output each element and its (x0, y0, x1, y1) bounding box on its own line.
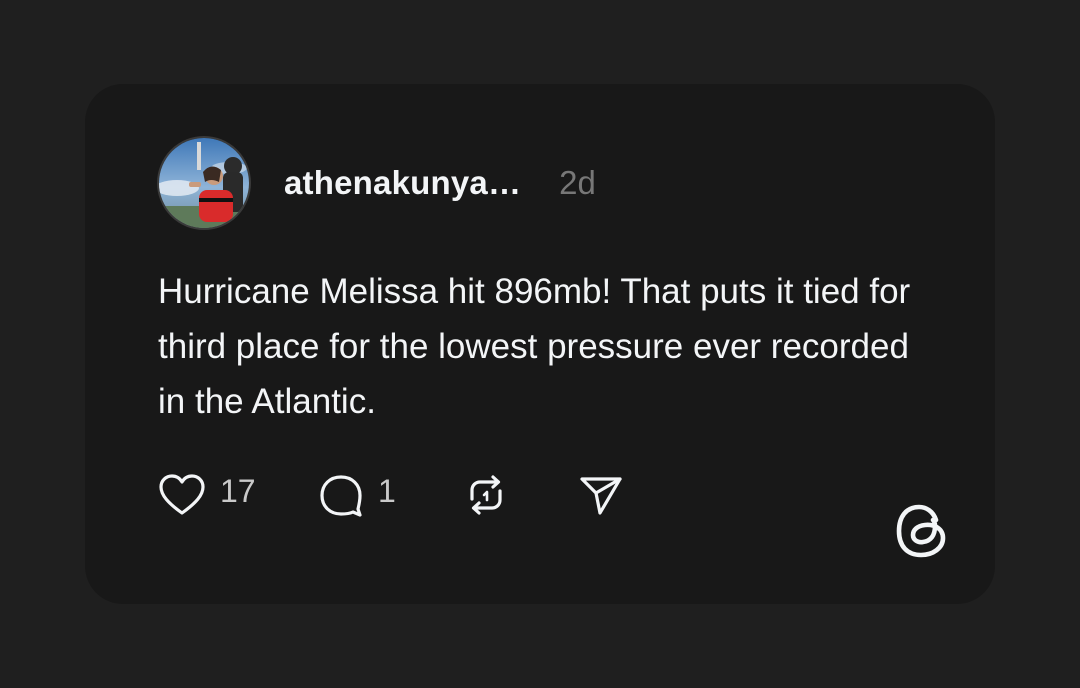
post-body: Hurricane Melissa hit 896mb! That puts i… (158, 272, 911, 421)
reply-button[interactable]: 1 (318, 473, 464, 522)
post-header: athenakunya… 2d (157, 134, 596, 232)
username[interactable]: athenakunya… (284, 164, 521, 202)
repost-icon (464, 473, 508, 522)
paper-plane-icon (578, 473, 624, 522)
reply-count: 1 (378, 472, 396, 509)
post-timestamp[interactable]: 2d (559, 164, 596, 202)
avatar[interactable] (157, 136, 251, 230)
like-button[interactable]: 17 (158, 473, 318, 522)
post-actions: 17 1 (158, 472, 624, 522)
heart-icon (158, 473, 206, 522)
threads-logo[interactable] (893, 502, 951, 560)
threads-post-card[interactable]: athenakunya… 2d Hurricane Melissa hit 89… (85, 84, 995, 604)
like-count: 17 (220, 472, 256, 509)
share-button[interactable] (578, 473, 624, 522)
repost-button[interactable] (464, 473, 578, 522)
speech-bubble-icon (318, 473, 364, 522)
